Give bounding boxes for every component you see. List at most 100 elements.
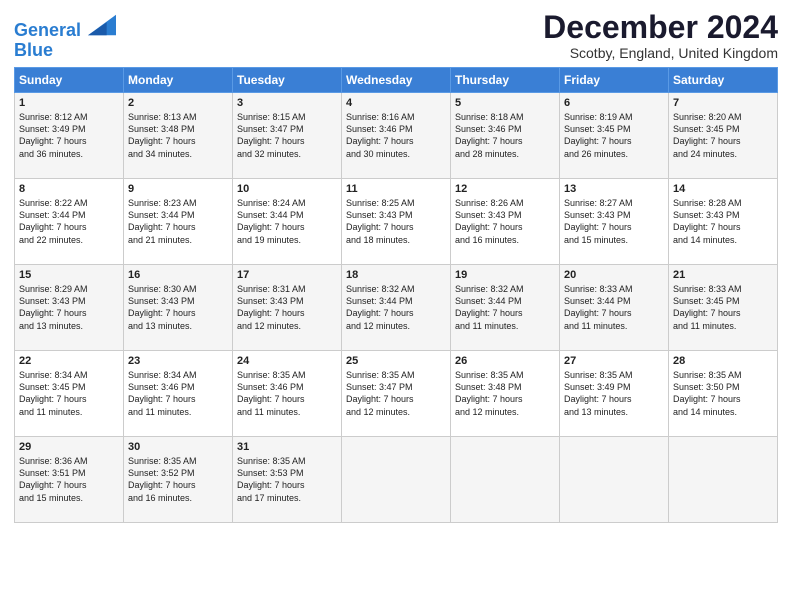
day-info: Sunrise: 8:24 AM Sunset: 3:44 PM Dayligh… bbox=[237, 197, 337, 246]
day-number: 11 bbox=[346, 183, 446, 195]
day-number: 10 bbox=[237, 183, 337, 195]
day-info: Sunrise: 8:34 AM Sunset: 3:46 PM Dayligh… bbox=[128, 369, 228, 418]
day-info: Sunrise: 8:19 AM Sunset: 3:45 PM Dayligh… bbox=[564, 111, 664, 160]
week-row-5: 29 Sunrise: 8:36 AM Sunset: 3:51 PM Dayli… bbox=[15, 437, 778, 523]
day-info: Sunrise: 8:27 AM Sunset: 3:43 PM Dayligh… bbox=[564, 197, 664, 246]
day-cell: 21 Sunrise: 8:33 AM Sunset: 3:45 PM Dayli… bbox=[669, 265, 778, 351]
day-cell: 30Sunrise: 8:35 AM Sunset: 3:52 PM Dayli… bbox=[124, 437, 233, 523]
day-info: Sunrise: 8:25 AM Sunset: 3:43 PM Dayligh… bbox=[346, 197, 446, 246]
day-number: 1 bbox=[19, 97, 119, 109]
day-number: 15 bbox=[19, 269, 119, 281]
day-number: 5 bbox=[455, 97, 555, 109]
day-number: 6 bbox=[564, 97, 664, 109]
day-cell: 4 Sunrise: 8:16 AM Sunset: 3:46 PM Daylig… bbox=[342, 93, 451, 179]
day-info: Sunrise: 8:23 AM Sunset: 3:44 PM Dayligh… bbox=[128, 197, 228, 246]
location-subtitle: Scotby, England, United Kingdom bbox=[543, 45, 778, 61]
day-info: Sunrise: 8:28 AM Sunset: 3:43 PM Dayligh… bbox=[673, 197, 773, 246]
col-header-saturday: Saturday bbox=[669, 68, 778, 93]
day-number: 14 bbox=[673, 183, 773, 195]
day-info: Sunrise: 8:34 AM Sunset: 3:45 PM Dayligh… bbox=[19, 369, 119, 418]
day-info: Sunrise: 8:32 AM Sunset: 3:44 PM Dayligh… bbox=[346, 283, 446, 332]
day-info: Sunrise: 8:20 AM Sunset: 3:45 PM Dayligh… bbox=[673, 111, 773, 160]
day-info: Sunrise: 8:35 AM Sunset: 3:52 PM Dayligh… bbox=[128, 455, 228, 504]
day-cell: 17 Sunrise: 8:31 AM Sunset: 3:43 PM Dayli… bbox=[233, 265, 342, 351]
title-block: December 2024 Scotby, England, United Ki… bbox=[543, 10, 778, 61]
day-cell: 3 Sunrise: 8:15 AM Sunset: 3:47 PM Daylig… bbox=[233, 93, 342, 179]
col-header-wednesday: Wednesday bbox=[342, 68, 451, 93]
day-info: Sunrise: 8:29 AM Sunset: 3:43 PM Dayligh… bbox=[19, 283, 119, 332]
day-info: Sunrise: 8:33 AM Sunset: 3:44 PM Dayligh… bbox=[564, 283, 664, 332]
day-cell: 27 Sunrise: 8:35 AM Sunset: 3:49 PM Dayli… bbox=[560, 351, 669, 437]
calendar-table: SundayMondayTuesdayWednesdayThursdayFrid… bbox=[14, 67, 778, 523]
col-header-monday: Monday bbox=[124, 68, 233, 93]
day-cell: 31 Sunrise: 8:35 AM Sunset: 3:53 PM Dayli… bbox=[233, 437, 342, 523]
day-cell: 6 Sunrise: 8:19 AM Sunset: 3:45 PM Daylig… bbox=[560, 93, 669, 179]
month-title: December 2024 bbox=[543, 10, 778, 45]
day-cell bbox=[342, 437, 451, 523]
day-cell: 26 Sunrise: 8:35 AM Sunset: 3:48 PM Dayli… bbox=[451, 351, 560, 437]
day-cell: 15 Sunrise: 8:29 AM Sunset: 3:43 PM Dayli… bbox=[15, 265, 124, 351]
logo-text: General Blue bbox=[14, 14, 116, 61]
day-cell: 10 Sunrise: 8:24 AM Sunset: 3:44 PM Dayli… bbox=[233, 179, 342, 265]
week-row-3: 15 Sunrise: 8:29 AM Sunset: 3:43 PM Dayli… bbox=[15, 265, 778, 351]
day-cell: 14 Sunrise: 8:28 AM Sunset: 3:43 PM Dayli… bbox=[669, 179, 778, 265]
week-row-2: 8 Sunrise: 8:22 AM Sunset: 3:44 PM Daylig… bbox=[15, 179, 778, 265]
day-number: 31 bbox=[237, 441, 337, 453]
day-cell: 8 Sunrise: 8:22 AM Sunset: 3:44 PM Daylig… bbox=[15, 179, 124, 265]
day-cell: 12Sunrise: 8:26 AM Sunset: 3:43 PM Dayli… bbox=[451, 179, 560, 265]
day-info: Sunrise: 8:31 AM Sunset: 3:43 PM Dayligh… bbox=[237, 283, 337, 332]
day-cell: 5 Sunrise: 8:18 AM Sunset: 3:46 PM Daylig… bbox=[451, 93, 560, 179]
day-cell bbox=[560, 437, 669, 523]
day-cell: 13Sunrise: 8:27 AM Sunset: 3:43 PM Dayli… bbox=[560, 179, 669, 265]
day-number: 27 bbox=[564, 355, 664, 367]
day-info: Sunrise: 8:15 AM Sunset: 3:47 PM Dayligh… bbox=[237, 111, 337, 160]
day-info: Sunrise: 8:35 AM Sunset: 3:53 PM Dayligh… bbox=[237, 455, 337, 504]
logo: General Blue bbox=[14, 14, 116, 61]
day-number: 2 bbox=[128, 97, 228, 109]
logo-icon bbox=[88, 14, 116, 36]
day-info: Sunrise: 8:35 AM Sunset: 3:48 PM Dayligh… bbox=[455, 369, 555, 418]
day-cell: 19 Sunrise: 8:32 AM Sunset: 3:44 PM Dayli… bbox=[451, 265, 560, 351]
day-info: Sunrise: 8:35 AM Sunset: 3:47 PM Dayligh… bbox=[346, 369, 446, 418]
day-info: Sunrise: 8:18 AM Sunset: 3:46 PM Dayligh… bbox=[455, 111, 555, 160]
day-info: Sunrise: 8:16 AM Sunset: 3:46 PM Dayligh… bbox=[346, 111, 446, 160]
day-info: Sunrise: 8:35 AM Sunset: 3:49 PM Dayligh… bbox=[564, 369, 664, 418]
day-number: 3 bbox=[237, 97, 337, 109]
day-info: Sunrise: 8:33 AM Sunset: 3:45 PM Dayligh… bbox=[673, 283, 773, 332]
day-number: 25 bbox=[346, 355, 446, 367]
week-row-4: 22Sunrise: 8:34 AM Sunset: 3:45 PM Dayli… bbox=[15, 351, 778, 437]
col-header-friday: Friday bbox=[560, 68, 669, 93]
col-header-tuesday: Tuesday bbox=[233, 68, 342, 93]
header-row: SundayMondayTuesdayWednesdayThursdayFrid… bbox=[15, 68, 778, 93]
day-cell: 7 Sunrise: 8:20 AM Sunset: 3:45 PM Daylig… bbox=[669, 93, 778, 179]
header: General Blue December 2024 Scotby, Engla… bbox=[14, 10, 778, 61]
day-cell: 16Sunrise: 8:30 AM Sunset: 3:43 PM Dayli… bbox=[124, 265, 233, 351]
day-number: 21 bbox=[673, 269, 773, 281]
week-row-1: 1 Sunrise: 8:12 AM Sunset: 3:49 PM Daylig… bbox=[15, 93, 778, 179]
day-cell: 1 Sunrise: 8:12 AM Sunset: 3:49 PM Daylig… bbox=[15, 93, 124, 179]
day-number: 19 bbox=[455, 269, 555, 281]
day-info: Sunrise: 8:36 AM Sunset: 3:51 PM Dayligh… bbox=[19, 455, 119, 504]
day-cell: 22Sunrise: 8:34 AM Sunset: 3:45 PM Dayli… bbox=[15, 351, 124, 437]
day-number: 8 bbox=[19, 183, 119, 195]
day-number: 26 bbox=[455, 355, 555, 367]
day-number: 29 bbox=[19, 441, 119, 453]
day-cell: 29 Sunrise: 8:36 AM Sunset: 3:51 PM Dayli… bbox=[15, 437, 124, 523]
day-cell: 28Sunrise: 8:35 AM Sunset: 3:50 PM Dayli… bbox=[669, 351, 778, 437]
day-number: 12 bbox=[455, 183, 555, 195]
day-cell: 11 Sunrise: 8:25 AM Sunset: 3:43 PM Dayli… bbox=[342, 179, 451, 265]
day-number: 20 bbox=[564, 269, 664, 281]
day-number: 7 bbox=[673, 97, 773, 109]
day-info: Sunrise: 8:30 AM Sunset: 3:43 PM Dayligh… bbox=[128, 283, 228, 332]
day-cell bbox=[451, 437, 560, 523]
day-number: 17 bbox=[237, 269, 337, 281]
day-info: Sunrise: 8:35 AM Sunset: 3:46 PM Dayligh… bbox=[237, 369, 337, 418]
day-info: Sunrise: 8:22 AM Sunset: 3:44 PM Dayligh… bbox=[19, 197, 119, 246]
col-header-thursday: Thursday bbox=[451, 68, 560, 93]
day-cell: 20 Sunrise: 8:33 AM Sunset: 3:44 PM Dayli… bbox=[560, 265, 669, 351]
day-number: 4 bbox=[346, 97, 446, 109]
day-info: Sunrise: 8:13 AM Sunset: 3:48 PM Dayligh… bbox=[128, 111, 228, 160]
day-info: Sunrise: 8:32 AM Sunset: 3:44 PM Dayligh… bbox=[455, 283, 555, 332]
day-info: Sunrise: 8:12 AM Sunset: 3:49 PM Dayligh… bbox=[19, 111, 119, 160]
day-cell: 18Sunrise: 8:32 AM Sunset: 3:44 PM Dayli… bbox=[342, 265, 451, 351]
